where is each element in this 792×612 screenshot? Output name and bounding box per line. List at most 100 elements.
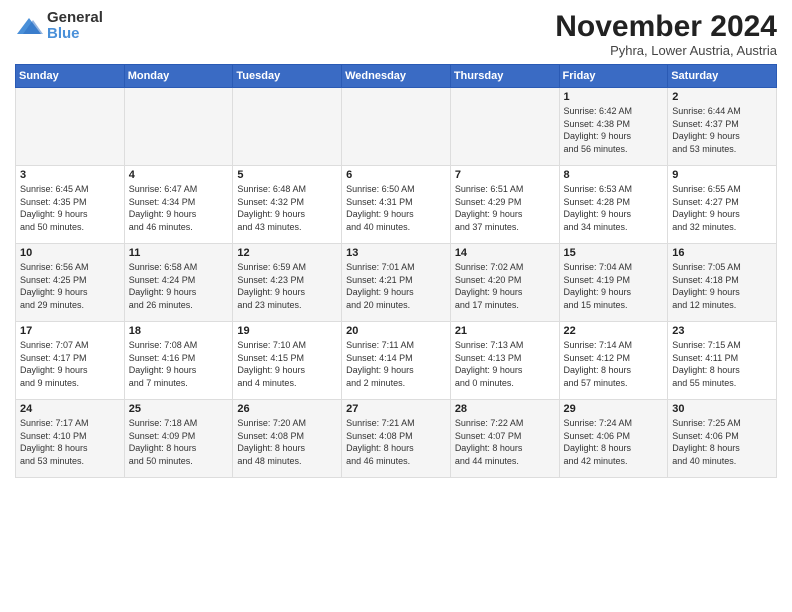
day-number: 24: [20, 403, 120, 415]
table-row: 24 Sunrise: 7:17 AM Sunset: 4:10 PM Dayli…: [16, 400, 125, 478]
table-row: 25 Sunrise: 7:18 AM Sunset: 4:09 PM Dayli…: [124, 400, 233, 478]
month-title: November 2024: [555, 10, 777, 43]
table-row: [233, 88, 342, 166]
day-info: Sunrise: 7:24 AM Sunset: 4:06 PM Dayligh…: [564, 417, 664, 467]
day-info: Sunrise: 6:58 AM Sunset: 4:24 PM Dayligh…: [129, 261, 229, 311]
logo-blue: Blue: [47, 25, 80, 42]
table-row: 1 Sunrise: 6:42 AM Sunset: 4:38 PM Daylig…: [559, 88, 668, 166]
day-number: 21: [455, 325, 555, 337]
table-row: 22 Sunrise: 7:14 AM Sunset: 4:12 PM Dayli…: [559, 322, 668, 400]
day-number: 19: [237, 325, 337, 337]
day-number: 13: [346, 247, 446, 259]
day-info: Sunrise: 6:59 AM Sunset: 4:23 PM Dayligh…: [237, 261, 337, 311]
table-row: 4 Sunrise: 6:47 AM Sunset: 4:34 PM Daylig…: [124, 166, 233, 244]
day-info: Sunrise: 7:20 AM Sunset: 4:08 PM Dayligh…: [237, 417, 337, 467]
calendar-week-4: 17Sunrise: 7:07 AM Sunset: 4:17 PM Dayli…: [16, 322, 777, 400]
day-number: 6: [346, 169, 446, 181]
table-row: 6 Sunrise: 6:50 AM Sunset: 4:31 PM Daylig…: [342, 166, 451, 244]
day-info: Sunrise: 7:25 AM Sunset: 4:06 PM Dayligh…: [672, 417, 772, 467]
day-info: Sunrise: 6:47 AM Sunset: 4:34 PM Dayligh…: [129, 183, 229, 233]
day-number: 16: [672, 247, 772, 259]
logo-text: General Blue: [47, 10, 103, 43]
table-row: 14Sunrise: 7:02 AM Sunset: 4:20 PM Dayli…: [450, 244, 559, 322]
page-container: General Blue November 2024 Pyhra, Lower …: [0, 0, 792, 486]
calendar-table: Sunday Monday Tuesday Wednesday Thursday…: [15, 64, 777, 478]
day-info: Sunrise: 6:42 AM Sunset: 4:38 PM Dayligh…: [564, 105, 664, 155]
day-info: Sunrise: 6:48 AM Sunset: 4:32 PM Dayligh…: [237, 183, 337, 233]
table-row: 28 Sunrise: 7:22 AM Sunset: 4:07 PM Dayli…: [450, 400, 559, 478]
calendar-week-1: 1 Sunrise: 6:42 AM Sunset: 4:38 PM Daylig…: [16, 88, 777, 166]
day-number: 3: [20, 169, 120, 181]
table-row: 19 Sunrise: 7:10 AM Sunset: 4:15 PM Dayli…: [233, 322, 342, 400]
day-number: 10: [20, 247, 120, 259]
day-info: Sunrise: 7:01 AM Sunset: 4:21 PM Dayligh…: [346, 261, 446, 311]
calendar-week-2: 3 Sunrise: 6:45 AM Sunset: 4:35 PM Daylig…: [16, 166, 777, 244]
logo-general: General: [47, 10, 103, 25]
day-number: 5: [237, 169, 337, 181]
day-info: Sunrise: 7:04 AM Sunset: 4:19 PM Dayligh…: [564, 261, 664, 311]
day-info: Sunrise: 7:08 AM Sunset: 4:16 PM Dayligh…: [129, 339, 229, 389]
table-row: 20 Sunrise: 7:11 AM Sunset: 4:14 PM Dayli…: [342, 322, 451, 400]
table-row: 21 Sunrise: 7:13 AM Sunset: 4:13 PM Dayli…: [450, 322, 559, 400]
day-info: Sunrise: 6:45 AM Sunset: 4:35 PM Dayligh…: [20, 183, 120, 233]
table-row: 29Sunrise: 7:24 AM Sunset: 4:06 PM Dayli…: [559, 400, 668, 478]
day-number: 2: [672, 91, 772, 103]
calendar-week-3: 10 Sunrise: 6:56 AM Sunset: 4:25 PM Dayli…: [16, 244, 777, 322]
logo: General Blue: [15, 10, 103, 43]
table-row: 15 Sunrise: 7:04 AM Sunset: 4:19 PM Dayli…: [559, 244, 668, 322]
table-row: [450, 88, 559, 166]
day-number: 22: [564, 325, 664, 337]
table-row: [342, 88, 451, 166]
day-number: 11: [129, 247, 229, 259]
day-info: Sunrise: 7:11 AM Sunset: 4:14 PM Dayligh…: [346, 339, 446, 389]
header-wednesday: Wednesday: [342, 65, 451, 88]
table-row: 5 Sunrise: 6:48 AM Sunset: 4:32 PM Daylig…: [233, 166, 342, 244]
table-row: 11 Sunrise: 6:58 AM Sunset: 4:24 PM Dayli…: [124, 244, 233, 322]
table-row: 9Sunrise: 6:55 AM Sunset: 4:27 PM Daylig…: [668, 166, 777, 244]
day-info: Sunrise: 7:02 AM Sunset: 4:20 PM Dayligh…: [455, 261, 555, 311]
day-number: 4: [129, 169, 229, 181]
day-number: 27: [346, 403, 446, 415]
day-info: Sunrise: 7:10 AM Sunset: 4:15 PM Dayligh…: [237, 339, 337, 389]
day-number: 15: [564, 247, 664, 259]
table-row: 23Sunrise: 7:15 AM Sunset: 4:11 PM Dayli…: [668, 322, 777, 400]
table-row: 12Sunrise: 6:59 AM Sunset: 4:23 PM Dayli…: [233, 244, 342, 322]
table-row: 7Sunrise: 6:51 AM Sunset: 4:29 PM Daylig…: [450, 166, 559, 244]
day-info: Sunrise: 6:55 AM Sunset: 4:27 PM Dayligh…: [672, 183, 772, 233]
header-monday: Monday: [124, 65, 233, 88]
day-info: Sunrise: 6:56 AM Sunset: 4:25 PM Dayligh…: [20, 261, 120, 311]
day-number: 20: [346, 325, 446, 337]
table-row: 13 Sunrise: 7:01 AM Sunset: 4:21 PM Dayli…: [342, 244, 451, 322]
day-info: Sunrise: 6:51 AM Sunset: 4:29 PM Dayligh…: [455, 183, 555, 233]
table-row: 2 Sunrise: 6:44 AM Sunset: 4:37 PM Daylig…: [668, 88, 777, 166]
calendar-body: 1 Sunrise: 6:42 AM Sunset: 4:38 PM Daylig…: [16, 88, 777, 478]
table-row: [16, 88, 125, 166]
day-info: Sunrise: 7:21 AM Sunset: 4:08 PM Dayligh…: [346, 417, 446, 467]
day-info: Sunrise: 7:22 AM Sunset: 4:07 PM Dayligh…: [455, 417, 555, 467]
day-info: Sunrise: 7:14 AM Sunset: 4:12 PM Dayligh…: [564, 339, 664, 389]
table-row: 18Sunrise: 7:08 AM Sunset: 4:16 PM Dayli…: [124, 322, 233, 400]
table-row: 27 Sunrise: 7:21 AM Sunset: 4:08 PM Dayli…: [342, 400, 451, 478]
day-info: Sunrise: 7:18 AM Sunset: 4:09 PM Dayligh…: [129, 417, 229, 467]
header-thursday: Thursday: [450, 65, 559, 88]
header-friday: Friday: [559, 65, 668, 88]
table-row: 10 Sunrise: 6:56 AM Sunset: 4:25 PM Dayli…: [16, 244, 125, 322]
day-info: Sunrise: 7:05 AM Sunset: 4:18 PM Dayligh…: [672, 261, 772, 311]
day-info: Sunrise: 7:15 AM Sunset: 4:11 PM Dayligh…: [672, 339, 772, 389]
day-number: 30: [672, 403, 772, 415]
table-row: 8 Sunrise: 6:53 AM Sunset: 4:28 PM Daylig…: [559, 166, 668, 244]
day-number: 8: [564, 169, 664, 181]
day-number: 17: [20, 325, 120, 337]
day-info: Sunrise: 6:44 AM Sunset: 4:37 PM Dayligh…: [672, 105, 772, 155]
day-info: Sunrise: 6:53 AM Sunset: 4:28 PM Dayligh…: [564, 183, 664, 233]
day-number: 1: [564, 91, 664, 103]
day-info: Sunrise: 7:13 AM Sunset: 4:13 PM Dayligh…: [455, 339, 555, 389]
day-number: 28: [455, 403, 555, 415]
header-row: General Blue November 2024 Pyhra, Lower …: [15, 10, 777, 58]
day-number: 25: [129, 403, 229, 415]
day-number: 26: [237, 403, 337, 415]
day-info: Sunrise: 7:17 AM Sunset: 4:10 PM Dayligh…: [20, 417, 120, 467]
day-info: Sunrise: 6:50 AM Sunset: 4:31 PM Dayligh…: [346, 183, 446, 233]
table-row: 26 Sunrise: 7:20 AM Sunset: 4:08 PM Dayli…: [233, 400, 342, 478]
table-row: 3 Sunrise: 6:45 AM Sunset: 4:35 PM Daylig…: [16, 166, 125, 244]
